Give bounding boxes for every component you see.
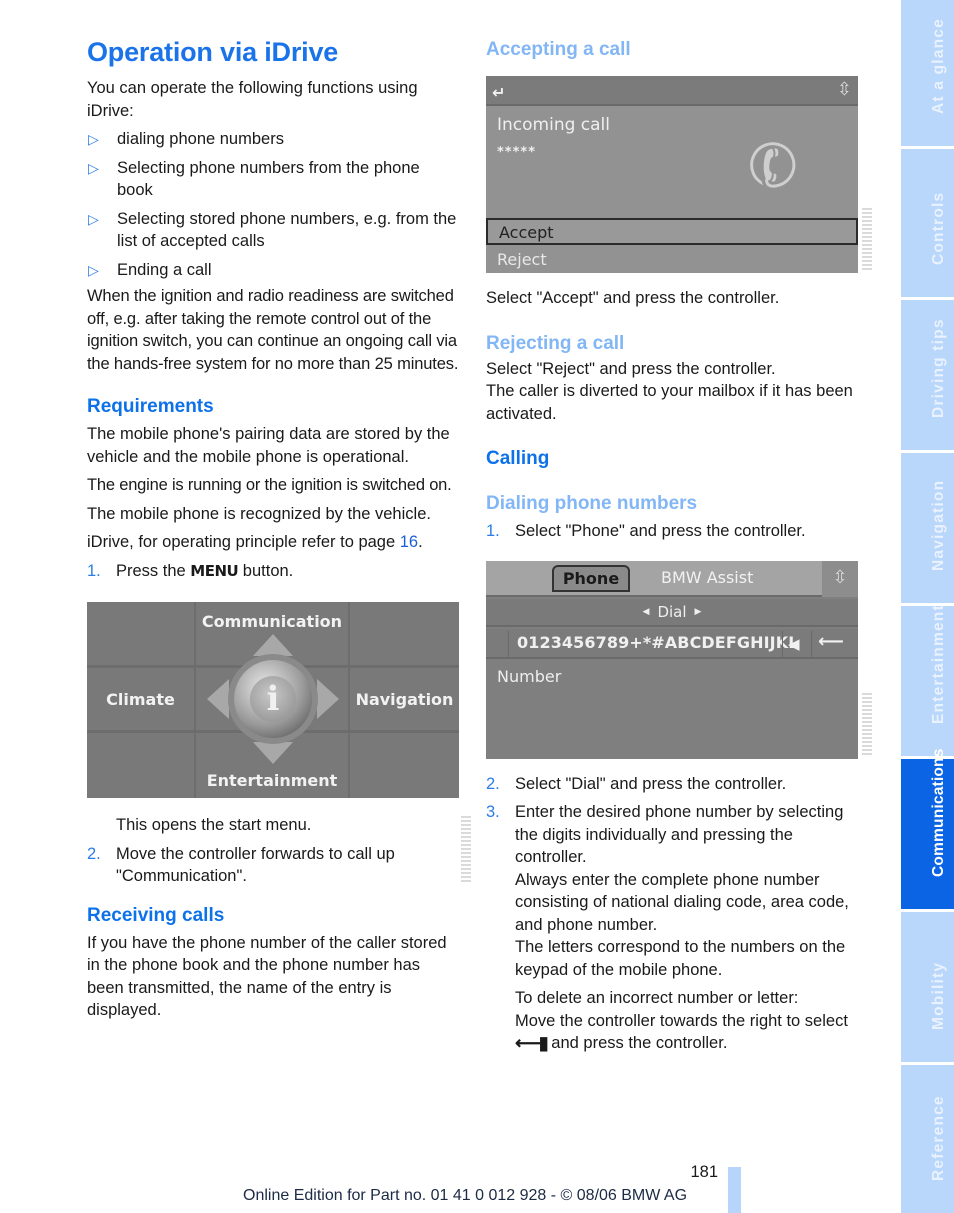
dial-mode-row[interactable]: ◀ Dial ▶ (486, 598, 858, 627)
tab-communications[interactable]: Communications (901, 748, 954, 909)
arrow-left-icon (207, 679, 229, 719)
triangle-bullet-icon: ▷ (88, 159, 99, 176)
step-item: 3. Enter the desired phone number by sel… (486, 803, 849, 979)
steps-list: This opens the start menu. 2. Move the c… (87, 814, 459, 888)
character-selector[interactable]: 0123456789+*#ABCDEFGHIJKL (517, 632, 799, 655)
menu-cell (350, 602, 459, 665)
left-column: Operation via iDrive You can operate the… (87, 34, 471, 1022)
list-item: ▷ Selecting phone numbers from the phone … (88, 158, 420, 200)
list-item: ▷ Ending a call (87, 259, 459, 282)
steps-list: 1. Press the MENU button. (87, 560, 459, 583)
backspace-icon[interactable]: ⟵ (818, 631, 844, 654)
screen-topbar: ↵ ⇳ (486, 76, 858, 106)
menu-cell (350, 733, 459, 798)
incoming-call-label: Incoming call (497, 115, 610, 135)
steps-list: 1. Select "Phone" and press the controll… (486, 520, 858, 543)
ignition-note: When the ignition and radio readiness ar… (87, 287, 459, 373)
triangle-bullet-icon: ▷ (88, 131, 99, 147)
step-continuation: To delete an incorrect number or letter:… (515, 989, 848, 1053)
info-icon: i (250, 676, 296, 722)
intro-text: You can operate the following functions … (87, 79, 418, 120)
tab-controls[interactable]: Controls (901, 149, 954, 297)
arrow-down-icon (253, 742, 293, 764)
requirements-heading: Requirements (87, 396, 214, 417)
image-code (862, 208, 872, 272)
arrow-right-icon: ▶ (694, 606, 702, 617)
reject-instruction: Select "Reject" and press the controller… (486, 359, 776, 378)
character-row: 0123456789+*#ABCDEFGHIJKL ◀ ⟵ (486, 628, 858, 659)
requirement-recognized: The mobile phone is recognized by the ve… (87, 504, 431, 523)
divider (811, 630, 812, 657)
tab-phone[interactable]: Phone (552, 564, 630, 592)
idrive-reference: iDrive, for operating principle refer to… (87, 533, 423, 551)
menu-item-navigation[interactable]: Navigation (350, 689, 459, 712)
receiving-calls-text: If you have the phone number of the call… (87, 933, 447, 1020)
menu-button-icon: MENU (190, 561, 239, 580)
page-title: Operation via iDrive (87, 37, 339, 67)
requirement-engine: The engine is running or the ignition is… (87, 476, 452, 494)
controller-icon: ⇳ (822, 560, 858, 597)
right-column: Accepting a call ↵ ⇳ Incoming call *****… (486, 38, 872, 1061)
step-item: 1. Select "Phone" and press the controll… (486, 522, 806, 540)
image-code (862, 693, 872, 757)
start-menu-screenshot: i Communication Climate Navigation Enter… (87, 602, 459, 798)
accepting-heading: Accepting a call (486, 39, 631, 60)
divider (782, 630, 783, 657)
controller-icon: ⇳ (836, 79, 852, 100)
menu-cell (87, 733, 194, 798)
tab-driving-tips[interactable]: Driving tips (901, 300, 954, 450)
requirement-pairing: The mobile phone's pairing data are stor… (87, 425, 450, 466)
step-continuation: This opens the start menu. (116, 816, 312, 834)
image-code (461, 816, 471, 882)
triangle-bullet-icon: ▷ (88, 261, 99, 278)
menu-item-entertainment[interactable]: Entertainment (196, 770, 348, 793)
tab-reference[interactable]: Reference (901, 1065, 954, 1213)
arrow-right-icon (317, 679, 339, 719)
delete-arrow-icon: ⟵▮ (515, 1033, 549, 1053)
receiving-calls-heading: Receiving calls (87, 904, 225, 926)
divider (508, 630, 509, 657)
back-icon[interactable]: ↵ (492, 82, 505, 105)
masked-number: ***** (497, 145, 536, 160)
step-item: 2. Move the controller forwards to call … (87, 844, 395, 886)
reject-option[interactable]: Reject (486, 247, 858, 273)
tab-navigation[interactable]: Navigation (901, 453, 954, 603)
page-number: 181 (690, 1163, 718, 1181)
steps-list: 2. Select "Dial" and press the controlle… (486, 773, 858, 1055)
reject-note: The caller is diverted to your mailbox i… (486, 382, 853, 423)
step-item: 2. Select "Dial" and press the controlle… (486, 774, 787, 793)
page-marker-bar (728, 1167, 741, 1213)
incoming-call-screenshot: ↵ ⇳ Incoming call ***** ✆ Accept Reject (486, 76, 858, 273)
dialing-heading: Dialing phone numbers (486, 493, 698, 514)
tab-mobility[interactable]: Mobility (901, 912, 954, 1062)
menu-item-climate[interactable]: Climate (87, 689, 194, 712)
arrow-up-icon (253, 634, 293, 656)
calling-heading: Calling (486, 448, 550, 469)
list-item: ▷ Selecting stored phone numbers, e.g. fr… (88, 209, 457, 251)
accept-option[interactable]: Accept (486, 218, 858, 245)
menu-item-communication[interactable]: Communication (196, 611, 348, 634)
chapter-tabs: At a glance Controls Driving tips Naviga… (901, 0, 954, 1213)
function-list: ▷ dialing phone numbers ▷ Selecting phone … (87, 128, 459, 281)
accept-instruction: Select "Accept" and press the controller… (486, 289, 780, 307)
tab-entertainment[interactable]: Entertainment (901, 604, 954, 756)
screen-tabs: Phone BMW Assist ⇳ (486, 560, 858, 597)
list-item: ▷ dialing phone numbers (87, 128, 459, 151)
rejecting-heading: Rejecting a call (486, 332, 625, 354)
tab-at-a-glance[interactable]: At a glance (901, 0, 954, 146)
step-item: 1. Press the MENU button. (87, 561, 294, 580)
page-link[interactable]: 16 (400, 533, 418, 551)
menu-cell (87, 602, 194, 665)
idrive-controller-icon: i (234, 660, 312, 738)
arrow-left-icon: ◀ (642, 606, 650, 617)
dial-screenshot: Phone BMW Assist ⇳ ◀ Dial ▶ 0123456789+*#A… (486, 560, 858, 759)
number-field-label: Number (497, 666, 562, 686)
footer-note: Online Edition for Part no. 01 41 0 012 … (243, 1187, 688, 1204)
speaker-icon[interactable]: ◀ (788, 633, 800, 656)
tab-bmw-assist[interactable]: BMW Assist (661, 567, 753, 590)
triangle-bullet-icon: ▷ (88, 210, 99, 227)
phone-handset-icon: ✆ (737, 125, 810, 209)
